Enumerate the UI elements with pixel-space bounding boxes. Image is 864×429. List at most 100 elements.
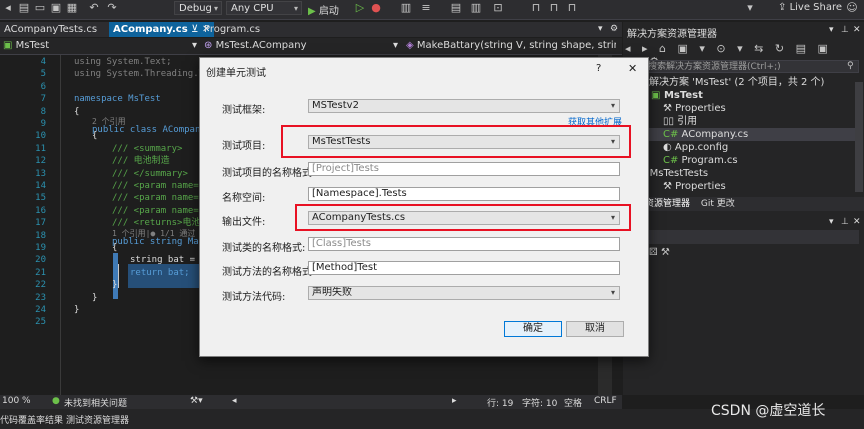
- navigation-bar: ▣ MsTest ▾ ⊛ MsTest.ACompany ▾ ◈ MakeBatta…: [0, 38, 622, 55]
- member-dropdown[interactable]: ◈ MakeBattary(string V, string shape, st…: [406, 39, 616, 53]
- project-icon: ▣: [3, 40, 16, 51]
- test-project-name-format-input[interactable]: [Project]Tests: [308, 162, 620, 176]
- properties-toolbar[interactable]: ⚄ ⚒: [649, 247, 670, 258]
- close-icon[interactable]: ✕: [853, 25, 861, 35]
- class-icon: ⊛: [204, 40, 216, 51]
- account-icon[interactable]: ☺: [846, 2, 858, 14]
- namespace-input[interactable]: [Namespace].Tests: [308, 187, 620, 201]
- solution-scrollbar[interactable]: [855, 82, 863, 192]
- platform-label: Any CPU: [231, 3, 274, 14]
- format-icon[interactable]: ≡: [420, 2, 432, 14]
- label-test-framework: 测试框架:: [222, 105, 266, 116]
- references-icon: ▯▯: [663, 116, 678, 127]
- line-number: 20: [35, 255, 46, 266]
- code-line: {: [112, 243, 118, 253]
- line-number: 16: [35, 205, 46, 216]
- label-test-project: 测试项目:: [222, 141, 266, 152]
- project-dropdown[interactable]: ▣ MsTest ▾: [3, 39, 199, 53]
- tree-item-references[interactable]: ▯▯ 引用: [663, 115, 697, 128]
- code-line: }: [112, 280, 118, 291]
- tree-item-mstest[interactable]: ▣ MsTest: [651, 89, 703, 102]
- toolbar-options-icon[interactable]: ▾: [744, 2, 756, 14]
- uncomment-icon[interactable]: ▥: [470, 2, 482, 14]
- redo-icon[interactable]: ↷: [106, 2, 118, 14]
- code-line: /// <summary>: [112, 143, 183, 154]
- whitespace-indicator[interactable]: 空格: [564, 396, 582, 409]
- solution-explorer-toolbar[interactable]: ◂ ▸ ⌂ ▣ ▾ ⊙ ▾ ⇆ ↻ ▤ ▣ ‹› ⚙ ▬: [625, 42, 855, 68]
- code-line: /// </summary>: [112, 168, 188, 179]
- tree-item-properties[interactable]: ⚒ Properties: [663, 102, 726, 115]
- tab-dropdown-icon[interactable]: ▾: [598, 24, 603, 34]
- panel-dropdown-icon[interactable]: ▾: [829, 25, 834, 35]
- close-icon[interactable]: ✕: [853, 217, 861, 227]
- class-dropdown[interactable]: ⊛ MsTest.ACompany ▾: [204, 39, 400, 53]
- tab-code-coverage[interactable]: 代码覆盖率结果: [0, 413, 63, 426]
- tab-program[interactable]: Program.cs: [200, 22, 264, 37]
- scroll-left-icon[interactable]: ◂: [232, 396, 237, 406]
- platform-select[interactable]: Any CPU ▾: [226, 1, 302, 15]
- close-dialog-button[interactable]: ✕: [628, 62, 637, 75]
- pin-icon[interactable]: ⊥: [841, 25, 849, 35]
- line-number: 25: [35, 317, 46, 328]
- line-indicator[interactable]: 行: 19: [487, 396, 513, 409]
- bookmark-prev-icon[interactable]: ⊓: [530, 2, 542, 14]
- column-indicator[interactable]: 字符: 10: [522, 396, 557, 409]
- new-project-icon[interactable]: ▤: [18, 2, 30, 14]
- code-line: /// 电池制造: [112, 156, 170, 167]
- solution-search-input[interactable]: 搜索解决方案资源管理器(Ctrl+;): [625, 60, 859, 73]
- hot-reload-icon[interactable]: ●: [370, 2, 382, 14]
- bookmark-icon[interactable]: ⊡: [492, 2, 504, 14]
- tab-acompanytests[interactable]: ACompanyTests.cs: [0, 22, 101, 37]
- tree-item-label: Properties: [675, 181, 726, 192]
- test-method-code-select[interactable]: 声明失败 ▾: [308, 286, 620, 300]
- undo-icon[interactable]: ↶: [88, 2, 100, 14]
- tree-item-properties-tests[interactable]: ⚒ Properties: [663, 180, 726, 193]
- back-icon[interactable]: ◂: [2, 2, 14, 14]
- tree-item-acompany[interactable]: C# ACompany.cs: [649, 128, 861, 141]
- zoom-level[interactable]: 100 %: [2, 396, 31, 406]
- help-button[interactable]: ?: [596, 63, 601, 74]
- tree-item-appconfig[interactable]: ◐ App.config: [663, 141, 728, 154]
- tree-item-program[interactable]: C# Program.cs: [663, 154, 738, 167]
- wrench-icon: ⚒: [663, 103, 676, 114]
- ok-button[interactable]: 确定: [504, 321, 562, 337]
- member-name: MakeBattary(string V, string shape, stri…: [416, 40, 616, 51]
- configuration-select[interactable]: Debug ▾: [174, 1, 222, 15]
- bookmark-clear-icon[interactable]: ⊓: [566, 2, 578, 14]
- test-class-name-format-input[interactable]: [Class]Tests: [308, 237, 620, 251]
- tab-test-explorer[interactable]: 测试资源管理器: [66, 413, 129, 426]
- start-without-debug-icon[interactable]: ▷: [354, 2, 366, 14]
- output-file-select[interactable]: ACompanyTests.cs ▾: [308, 211, 620, 225]
- line-ending-indicator[interactable]: CRLF: [594, 396, 617, 406]
- code-line: }: [74, 305, 80, 315]
- tree-item-label: 引用: [677, 116, 698, 127]
- create-unit-tests-dialog: 创建单元测试 ? ✕ 测试框架: MSTestv2 ▾ 获取其他扩展 测试项目: …: [199, 57, 649, 357]
- cancel-button[interactable]: 取消: [566, 321, 624, 337]
- line-number: 5: [40, 69, 46, 80]
- line-number: 19: [35, 243, 46, 253]
- scroll-right-icon[interactable]: ▸: [452, 396, 457, 406]
- test-framework-select[interactable]: MSTestv2 ▾: [308, 99, 620, 113]
- tab-acompany[interactable]: ACompany.cs ⊻ ✕: [109, 22, 215, 37]
- settings-gear-icon[interactable]: ⚙: [610, 24, 618, 34]
- issues-status[interactable]: 未找到相关问题: [64, 396, 127, 409]
- code-cleanup-icon[interactable]: ⚒▾: [190, 396, 203, 406]
- properties-combo[interactable]: [625, 230, 859, 244]
- panel-dropdown-icon[interactable]: ▾: [829, 217, 834, 227]
- line-number: 23: [35, 292, 46, 303]
- bookmark-next-icon[interactable]: ⊓: [548, 2, 560, 14]
- live-share-button[interactable]: ⇪ Live Share: [778, 2, 842, 13]
- tool-icon[interactable]: ▥: [400, 2, 412, 14]
- tab-git-changes[interactable]: Git 更改: [697, 199, 739, 209]
- save-icon[interactable]: ▣: [50, 2, 62, 14]
- test-method-name-format-input[interactable]: [Method]Test: [308, 261, 620, 275]
- comment-icon[interactable]: ▤: [450, 2, 462, 14]
- pin-icon[interactable]: ⊻: [191, 24, 198, 35]
- select-value: 声明失败: [312, 287, 352, 298]
- pin-icon[interactable]: ⊥: [841, 217, 849, 227]
- start-button[interactable]: ▶ 启动: [308, 2, 339, 17]
- test-project-select[interactable]: MsTestTests ▾: [308, 135, 620, 149]
- solution-node[interactable]: 解决方案 'MsTest' (2 个项目，共 2 个): [649, 76, 824, 89]
- open-folder-icon[interactable]: ▭: [34, 2, 46, 14]
- save-all-icon[interactable]: ▦: [66, 2, 78, 14]
